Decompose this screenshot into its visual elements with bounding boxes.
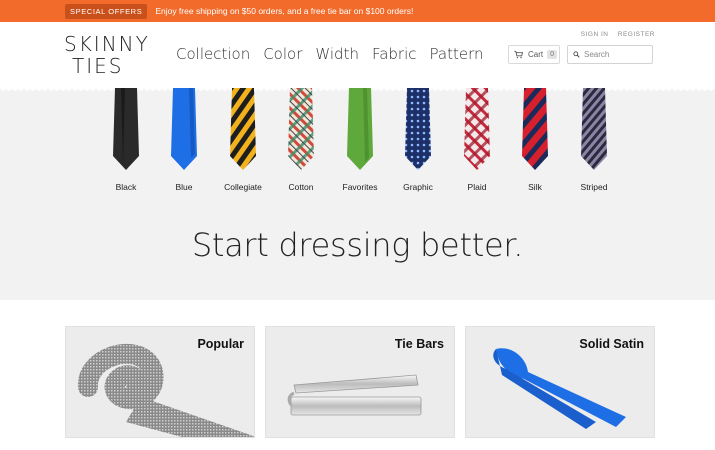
silk-tie-icon xyxy=(522,88,548,170)
card-solid-satin[interactable]: Solid Satin xyxy=(465,326,655,438)
card-title-solid-satin: Solid Satin xyxy=(579,337,644,351)
promo-bar: SPECIAL OFFERS Enjoy free shipping on $5… xyxy=(0,0,715,22)
graphic-tie-icon xyxy=(405,88,431,170)
hero-section: Black Blue Collegiate Cotton Favorites G… xyxy=(0,88,715,300)
nav-collection[interactable]: Collection xyxy=(176,45,250,63)
tie-category-graphic[interactable]: Graphic xyxy=(388,88,448,192)
promo-text: Enjoy free shipping on $50 orders, and a… xyxy=(155,6,414,16)
tie-category-collegiate[interactable]: Collegiate xyxy=(213,88,273,192)
nav-width[interactable]: Width xyxy=(315,45,359,63)
logo-line-2: TIES xyxy=(72,54,124,78)
site-header: SKINNY TIES Collection Color Width Fabri… xyxy=(0,22,715,88)
tie-label-graphic: Graphic xyxy=(403,182,433,192)
collegiate-tie-icon xyxy=(230,88,256,170)
auth-links: SIGN IN REGISTER xyxy=(574,31,655,38)
sign-in-link[interactable]: SIGN IN xyxy=(581,31,609,38)
tie-label-striped: Striped xyxy=(580,182,608,192)
cart-count-badge: 0 xyxy=(547,50,558,59)
register-link[interactable]: REGISTER xyxy=(618,31,655,38)
search-icon xyxy=(573,51,580,58)
card-title-popular: Popular xyxy=(197,337,244,351)
cart-icon xyxy=(514,50,523,59)
search-box xyxy=(567,45,653,64)
tie-category-cotton[interactable]: Cotton xyxy=(271,88,331,192)
cotton-tie-icon xyxy=(288,88,314,170)
tie-label-silk: Silk xyxy=(528,182,542,192)
cart-label: Cart xyxy=(528,50,544,59)
card-popular[interactable]: Popular xyxy=(65,326,255,438)
tie-category-favorites[interactable]: Favorites xyxy=(330,88,390,192)
search-input[interactable] xyxy=(584,50,652,59)
nav-fabric[interactable]: Fabric xyxy=(372,45,417,63)
main-nav: Collection Color Width Fabric Pattern xyxy=(176,45,496,63)
plaid-tie-icon xyxy=(464,88,490,170)
logo-line-1: SKINNY xyxy=(64,32,150,56)
tie-category-plaid[interactable]: Plaid xyxy=(447,88,507,192)
card-title-tie-bars: Tie Bars xyxy=(394,337,444,351)
special-offers-badge[interactable]: SPECIAL OFFERS xyxy=(65,3,148,19)
tie-label-blue: Blue xyxy=(175,182,193,192)
black-tie-icon xyxy=(113,88,139,170)
cart-button[interactable]: Cart 0 xyxy=(508,45,560,64)
tie-category-blue[interactable]: Blue xyxy=(154,88,214,192)
striped-tie-icon xyxy=(581,88,607,170)
nav-color[interactable]: Color xyxy=(263,45,302,63)
hero-headline: Start dressing better. xyxy=(191,226,524,264)
tie-label-collegiate: Collegiate xyxy=(224,182,262,192)
tie-category-black[interactable]: Black xyxy=(96,88,156,192)
tie-category-silk[interactable]: Silk xyxy=(505,88,565,192)
favorites-tie-icon xyxy=(347,88,373,170)
tie-label-black: Black xyxy=(115,182,137,192)
skinny-ties-logo[interactable]: SKINNY TIES xyxy=(64,32,150,76)
card-tie-bars[interactable]: Tie Bars xyxy=(265,326,455,438)
tie-category-striped[interactable]: Striped xyxy=(564,88,624,192)
tie-label-favorites: Favorites xyxy=(342,182,378,192)
tie-label-cotton: Cotton xyxy=(288,182,314,192)
blue-tie-icon xyxy=(171,88,197,170)
tie-color-row: Black Blue Collegiate Cotton Favorites G… xyxy=(0,88,715,198)
tie-label-plaid: Plaid xyxy=(467,182,487,192)
nav-pattern[interactable]: Pattern xyxy=(430,45,484,63)
